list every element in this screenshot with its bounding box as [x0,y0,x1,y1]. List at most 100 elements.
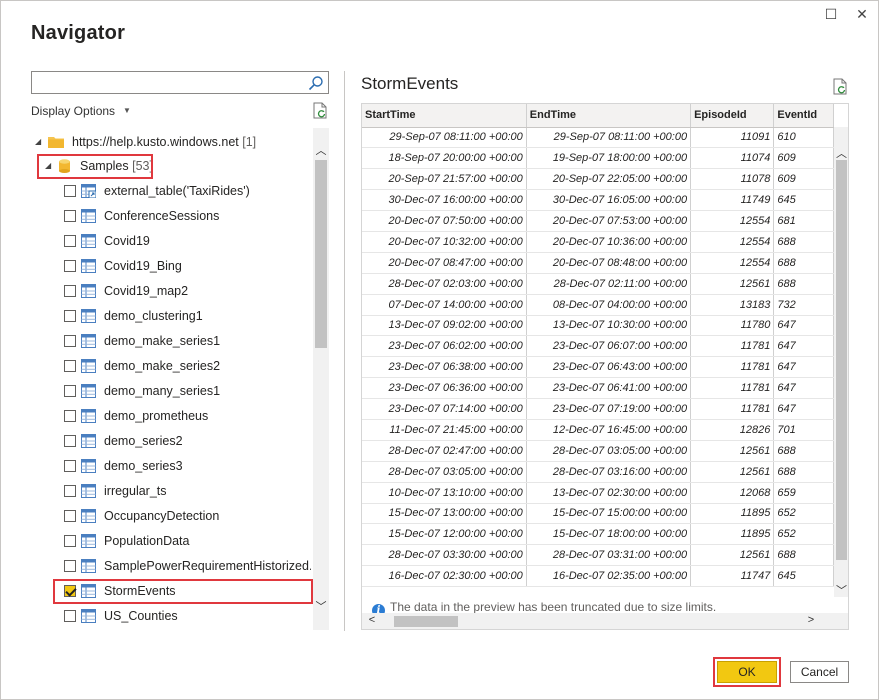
table-cell: 647 [773,356,834,379]
tree-item[interactable]: ConferenceSessions [31,204,311,228]
refresh-icon[interactable] [312,102,328,119]
tree-item[interactable]: Covid19_map2 [31,279,311,303]
column-header[interactable]: StartTime [362,104,527,128]
tree-item[interactable]: OccupancyDetection [31,504,311,528]
table-cell: 732 [773,294,834,316]
item-checkbox[interactable] [64,610,76,622]
tree-item[interactable]: external_table('TaxiRides') [31,179,311,203]
table-row: 29-Sep-07 08:11:00 +00:00 29-Sep-07 08:11… [362,127,834,149]
tree-item[interactable]: PopulationData [31,529,311,553]
item-checkbox[interactable] [64,410,76,422]
table-row: 20-Dec-07 10:32:00 +00:00 20-Dec-07 10:36… [362,231,834,253]
item-checkbox[interactable] [64,260,76,272]
tree-item[interactable]: US_Counties [31,604,311,628]
column-header[interactable]: EventId [773,104,834,128]
tree-item[interactable]: StormEvents [31,579,311,603]
item-checkbox[interactable] [64,460,76,472]
scroll-right-icon[interactable]: > [803,614,819,626]
search-input[interactable] [31,71,329,94]
item-checkbox[interactable] [64,310,76,322]
item-checkbox[interactable] [64,535,76,547]
tree-item[interactable]: SamplePowerRequirementHistorized... [31,554,311,578]
tree-item[interactable]: demo_series3 [31,454,311,478]
close-icon[interactable]: ✕ [852,4,872,24]
tree-item[interactable]: irregular_ts [31,479,311,503]
table-cell: 29-Sep-07 08:11:00 +00:00 [362,127,527,149]
tree-node-label: https://help.kusto.windows.net [1] [72,135,257,149]
table-icon [81,584,96,598]
tree-item-label: OccupancyDetection [104,509,220,523]
scrollbar-thumb[interactable] [315,160,327,348]
item-checkbox[interactable] [64,335,76,347]
tree-item-label: irregular_ts [104,484,167,498]
table-cell: 701 [773,419,834,441]
scroll-down-icon[interactable]: ﹀ [834,582,848,598]
item-checkbox[interactable] [64,185,76,197]
grid-vertical-scrollbar[interactable]: ︿ ﹀ [834,127,848,598]
table-cell: 20-Dec-07 07:53:00 +00:00 [526,210,692,232]
tree-node-server[interactable]: ◢ https://help.kusto.windows.net [1] [31,130,311,154]
item-checkbox[interactable] [64,510,76,522]
scroll-up-icon[interactable]: ︿ [834,145,848,161]
scrollbar-thumb[interactable] [394,616,458,627]
table-cell: 28-Dec-07 02:11:00 +00:00 [526,273,692,295]
scroll-left-icon[interactable]: < [364,614,380,626]
collapse-arrow-icon[interactable]: ◢ [45,154,51,178]
item-checkbox[interactable] [64,485,76,497]
item-checkbox[interactable] [64,285,76,297]
scrollbar-thumb[interactable] [836,160,847,560]
tree-item[interactable]: demo_many_series1 [31,379,311,403]
ok-button[interactable]: OK [717,661,777,683]
tree-item[interactable]: demo_series2 [31,429,311,453]
table-cell: 11074 [690,147,775,170]
tree-item-label: demo_prometheus [104,409,209,423]
table-icon [81,334,96,348]
tree-item[interactable]: demo_make_series2 [31,354,311,378]
item-checkbox[interactable] [64,210,76,222]
item-checkbox[interactable] [64,235,76,247]
table-cell: 647 [773,377,834,400]
grid-horizontal-scrollbar[interactable]: < > [362,613,848,629]
scroll-up-icon[interactable]: ︿ [313,142,329,158]
navigator-tree: ◢ https://help.kusto.windows.net [1] ◢ S… [31,128,311,630]
cancel-button[interactable]: Cancel [790,661,849,683]
tree-item-label: demo_clustering1 [104,309,203,323]
tree-node-samples[interactable]: ◢ Samples [53] [31,154,311,178]
refresh-preview-icon[interactable] [832,78,848,95]
table-cell: 609 [773,168,834,191]
display-options-button[interactable]: Display Options ▼ [31,104,131,118]
item-checkbox[interactable] [64,385,76,397]
table-cell: 28-Dec-07 03:05:00 +00:00 [526,440,692,462]
tree-item[interactable]: demo_make_series1 [31,329,311,353]
table-cell: 16-Dec-07 02:30:00 +00:00 [362,565,527,588]
tree-item[interactable]: Covid19 [31,229,311,253]
item-checkbox[interactable] [64,360,76,372]
search-field[interactable] [34,73,304,93]
maximize-icon[interactable]: ☐ [821,4,841,24]
tree-item[interactable]: demo_clustering1 [31,304,311,328]
chevron-down-icon: ▼ [123,106,131,115]
tree-item[interactable]: Covid19_Bing [31,254,311,278]
table-row: 15-Dec-07 12:00:00 +00:00 15-Dec-07 18:00… [362,523,834,546]
table-cell: 08-Dec-07 04:00:00 +00:00 [526,294,692,316]
column-header[interactable]: EndTime [526,104,692,128]
table-icon [81,609,96,623]
item-checkbox[interactable] [64,435,76,447]
table-cell: 11-Dec-07 21:45:00 +00:00 [362,419,527,441]
tree-scrollbar[interactable]: ︿ ﹀ [313,128,329,630]
display-options-label: Display Options [31,104,116,118]
collapse-arrow-icon[interactable]: ◢ [35,130,41,154]
table-cell: 18-Sep-07 20:00:00 +00:00 [362,147,527,170]
column-header[interactable]: EpisodeId [690,104,775,128]
search-icon[interactable] [308,75,324,91]
table-row: 28-Dec-07 03:05:00 +00:00 28-Dec-07 03:16… [362,461,834,483]
table-row: 07-Dec-07 14:00:00 +00:00 08-Dec-07 04:00… [362,294,834,316]
item-checkbox[interactable] [64,585,76,597]
tree-item[interactable]: demo_prometheus [31,404,311,428]
tree-item-label: Covid19 [104,234,150,248]
item-checkbox[interactable] [64,560,76,572]
scroll-down-icon[interactable]: ﹀ [313,598,329,614]
tree-node-label: Samples [53] [80,159,153,173]
table-cell: 12554 [690,252,775,274]
table-icon [81,434,96,448]
